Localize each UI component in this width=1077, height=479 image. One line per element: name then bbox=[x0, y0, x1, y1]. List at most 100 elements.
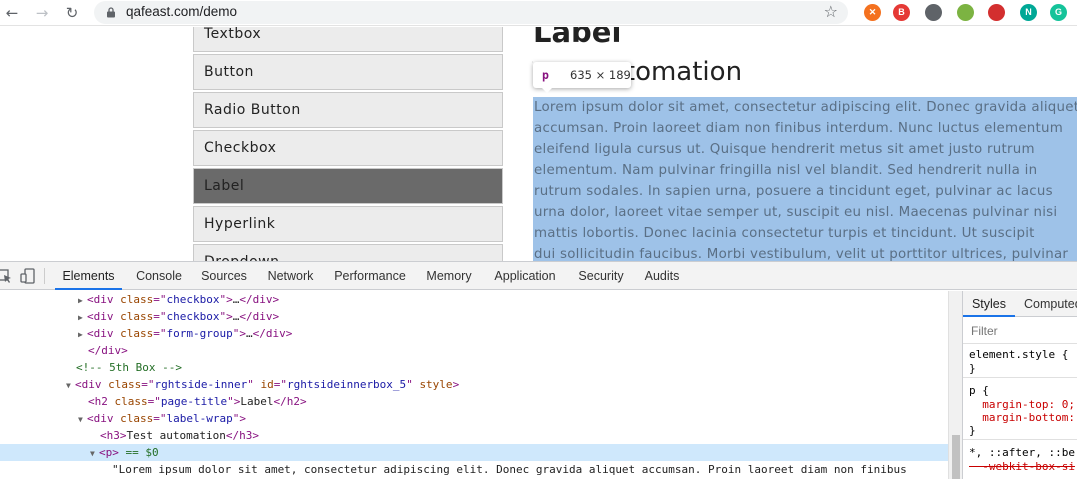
tab-audits[interactable]: Audits bbox=[637, 262, 687, 290]
dom-node[interactable]: <h3>Test automation</h3> bbox=[0, 427, 948, 444]
robot-extension-icon[interactable] bbox=[957, 4, 974, 21]
css-rule-divider bbox=[963, 439, 1077, 440]
inspect-element-icon[interactable] bbox=[0, 268, 13, 284]
tab-memory[interactable]: Memory bbox=[418, 262, 480, 290]
expand-triangle-icon[interactable]: ▶ bbox=[78, 309, 87, 326]
dom-token: </h2> bbox=[273, 395, 307, 408]
dom-token: id bbox=[260, 378, 274, 391]
collapse-triangle-icon[interactable]: ▼ bbox=[90, 445, 99, 462]
css-rule-line: } bbox=[969, 362, 976, 375]
dom-token: =" bbox=[153, 412, 167, 425]
sidebar-item-checkbox[interactable]: Checkbox bbox=[193, 130, 503, 166]
css-rule-line: element.style { bbox=[969, 348, 1069, 361]
browser-toolbar: ← → ↻ qafeast.com/demo ☆ ✕ B N G bbox=[0, 0, 1077, 26]
bookmark-star-icon[interactable]: ☆ bbox=[824, 2, 838, 21]
dom-token: class bbox=[120, 293, 154, 306]
scrollbar-thumb[interactable] bbox=[952, 435, 960, 479]
tab-computed[interactable]: Computed bbox=[1024, 291, 1077, 317]
dom-token: Test automation bbox=[126, 429, 226, 442]
web-page: Textbox Button Radio Button Checkbox Label Hy… bbox=[0, 27, 1077, 261]
dom-node[interactable]: ▶ <div class="checkbox">…</div> bbox=[0, 308, 948, 325]
dom-token: =" bbox=[153, 327, 167, 340]
dom-token: " bbox=[406, 378, 420, 391]
paragraph-line: accumsan. Proin laoreet diam non finibus… bbox=[534, 121, 1064, 136]
css-rule-divider bbox=[963, 377, 1077, 378]
tab-console[interactable]: Console bbox=[127, 262, 191, 290]
tab-application[interactable]: Application bbox=[486, 262, 564, 290]
dom-token: <div bbox=[87, 310, 121, 323]
reload-icon[interactable]: ↻ bbox=[62, 3, 82, 23]
dom-token: =" bbox=[141, 378, 155, 391]
toolbar-divider bbox=[44, 268, 45, 284]
forward-arrow-icon[interactable]: → bbox=[32, 3, 52, 23]
sidebar-item-label[interactable]: Label bbox=[193, 168, 503, 204]
css-rule-line: margin-bottom: bbox=[969, 411, 1075, 424]
dom-token: form-group bbox=[166, 327, 233, 340]
styles-tab-bar: Styles Computed bbox=[963, 291, 1077, 317]
green-g-extension-icon[interactable]: G bbox=[1050, 4, 1067, 21]
dom-token: rghtsideinnerbox_5 bbox=[286, 378, 407, 391]
sidebar-item-hyperlink[interactable]: Hyperlink bbox=[193, 206, 503, 242]
tab-elements[interactable]: Elements bbox=[55, 262, 122, 290]
dom-node[interactable]: <h2 class="page-title">Label</h2> bbox=[0, 393, 948, 410]
colorful-extension-icon[interactable] bbox=[988, 4, 1005, 21]
dom-node[interactable]: ▼ <div class="rghtside-inner" id="rghtsid… bbox=[0, 376, 948, 393]
dom-token: <h3> bbox=[100, 429, 127, 442]
dom-token: "> bbox=[232, 412, 246, 425]
dom-token: </div> bbox=[239, 310, 280, 323]
dom-node[interactable]: ▼ <div class="label-wrap"> bbox=[0, 410, 948, 427]
dom-node[interactable]: <!-- 5th Box --> bbox=[0, 359, 948, 376]
dom-token: class bbox=[120, 310, 154, 323]
expand-triangle-icon[interactable]: ▶ bbox=[78, 292, 87, 309]
dom-token: … bbox=[245, 327, 253, 340]
dom-token: label-wrap bbox=[166, 412, 233, 425]
dom-node[interactable]: ▶ <div class="checkbox">…</div> bbox=[0, 291, 948, 308]
dom-node[interactable]: "Lorem ipsum dolor sit amet, consectetur… bbox=[0, 461, 948, 478]
sidebar-item-button[interactable]: Button bbox=[193, 54, 503, 90]
dom-token: class bbox=[120, 412, 154, 425]
dom-token: <div bbox=[87, 412, 121, 425]
dom-token: class bbox=[114, 395, 148, 408]
dom-token: Label bbox=[240, 395, 274, 408]
tab-sources[interactable]: Sources bbox=[193, 262, 255, 290]
dom-token: =" bbox=[153, 293, 167, 306]
dom-node[interactable]: </div> bbox=[0, 342, 948, 359]
css-rule-line: -webkit-box-si bbox=[969, 460, 1075, 473]
sidebar-item-radio-button[interactable]: Radio Button bbox=[193, 92, 503, 128]
elements-scrollbar[interactable] bbox=[948, 291, 962, 479]
sidebar-item-dropdown[interactable]: Dropdown bbox=[193, 244, 503, 261]
sidebar-item-textbox[interactable]: Textbox bbox=[193, 27, 503, 52]
dom-node-selected[interactable]: ▼ <p> == $0 bbox=[0, 444, 948, 461]
tab-security[interactable]: Security bbox=[570, 262, 632, 290]
dom-token: > bbox=[452, 378, 460, 391]
css-rule-line: *, ::after, ::be bbox=[969, 446, 1075, 459]
device-toolbar-icon[interactable] bbox=[20, 268, 36, 284]
dom-token: class bbox=[108, 378, 142, 391]
orange-extension-icon[interactable]: ✕ bbox=[864, 4, 881, 21]
collapse-triangle-icon[interactable]: ▼ bbox=[78, 411, 87, 428]
tab-performance[interactable]: Performance bbox=[327, 262, 413, 290]
styles-filter-input[interactable] bbox=[963, 318, 1077, 344]
back-arrow-icon[interactable]: ← bbox=[2, 3, 22, 23]
dom-node[interactable]: ▶ <div class="form-group">…</div> bbox=[0, 325, 948, 342]
teal-n-extension-icon[interactable]: N bbox=[1020, 4, 1037, 21]
collapse-triangle-icon[interactable]: ▼ bbox=[66, 377, 75, 394]
url-text: qafeast.com/demo bbox=[126, 4, 238, 19]
dom-token: checkbox bbox=[166, 310, 220, 323]
red-extension-icon[interactable]: B bbox=[893, 4, 910, 21]
dom-token: rghtside-inner bbox=[154, 378, 248, 391]
address-bar[interactable]: qafeast.com/demo ☆ bbox=[94, 1, 848, 24]
paragraph-line: urna dolor, laoreet vitae semper ut, sus… bbox=[534, 205, 1058, 220]
elements-dom-tree: ▶ <div class="checkbox">…</div> ▶ <div clas… bbox=[0, 291, 962, 479]
tab-network[interactable]: Network bbox=[258, 262, 323, 290]
puzzle-extension-icon[interactable] bbox=[925, 4, 942, 21]
css-rule-line: margin-top: 0; bbox=[969, 398, 1075, 411]
tab-styles[interactable]: Styles bbox=[963, 291, 1015, 317]
devtools-tab-bar: Elements Console Sources Network Performance… bbox=[0, 262, 1077, 290]
dom-token: page-title bbox=[160, 395, 228, 408]
dom-token: <p> bbox=[99, 446, 119, 459]
demo-sidebar-menu: Textbox Button Radio Button Checkbox Label Hy… bbox=[193, 27, 503, 261]
dom-token: == $0 bbox=[118, 446, 159, 459]
expand-triangle-icon[interactable]: ▶ bbox=[78, 326, 87, 343]
dom-token: =" bbox=[153, 310, 167, 323]
